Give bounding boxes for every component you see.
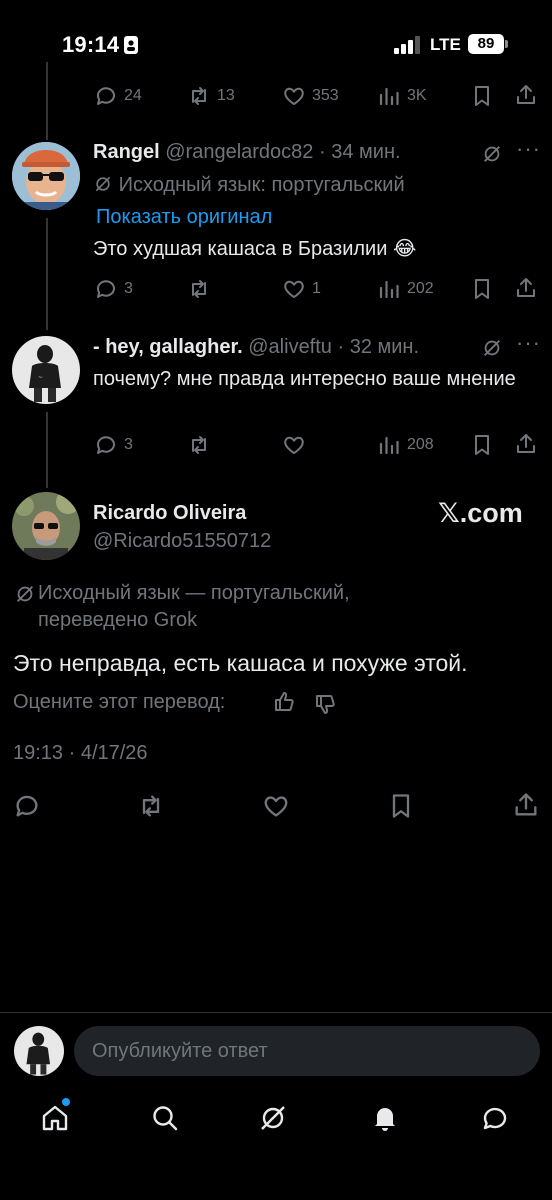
battery-tip xyxy=(505,40,508,48)
views-count: 208 xyxy=(407,436,434,453)
repost-icon xyxy=(192,280,206,298)
share-icon[interactable] xyxy=(512,791,540,819)
grok-icon[interactable] xyxy=(481,337,503,359)
translation-note-text: Исходный язык: португальский xyxy=(118,174,405,196)
network-type: LTE xyxy=(430,35,461,54)
repost-count: 13 xyxy=(217,87,235,104)
translation-note: Исходный язык: португальский xyxy=(93,174,405,197)
share-icon[interactable] xyxy=(514,432,538,456)
author-name[interactable]: Ricardo Oliveira xyxy=(93,502,246,525)
thread-line xyxy=(46,218,48,330)
share-icon[interactable] xyxy=(514,276,538,300)
reply-button[interactable]: 3 xyxy=(94,433,133,457)
grok-icon[interactable] xyxy=(481,143,503,165)
repost-icon[interactable] xyxy=(137,792,165,820)
tweet-time: · 34 мин. xyxy=(319,141,401,163)
repost-icon xyxy=(192,436,206,454)
signal-icon xyxy=(394,36,420,54)
views-button[interactable]: 202 xyxy=(377,277,434,301)
grok-icon xyxy=(95,176,111,192)
heart-icon[interactable] xyxy=(262,792,290,820)
reply-count: 3 xyxy=(124,280,133,297)
avatar[interactable]: ~ xyxy=(12,336,80,404)
reply-button[interactable]: 3 xyxy=(94,277,133,301)
heart-icon xyxy=(284,87,304,105)
author-handle[interactable]: @Ricardo51550712 xyxy=(93,530,271,553)
reply-button[interactable]: 24 xyxy=(94,84,142,108)
avatar[interactable] xyxy=(12,142,80,210)
bookmark-icon[interactable] xyxy=(470,84,494,108)
thread-line xyxy=(46,412,48,488)
like-count: 1 xyxy=(312,280,321,297)
author-name[interactable]: - hey, gallagher. xyxy=(93,336,243,358)
avatar-image xyxy=(14,1026,64,1076)
thumbs-down-icon[interactable] xyxy=(313,692,337,716)
reply-icon xyxy=(96,87,115,105)
bookmark-icon[interactable] xyxy=(470,433,494,457)
author-handle[interactable]: @aliveftu xyxy=(248,336,332,358)
like-button[interactable]: 353 xyxy=(282,84,339,108)
reply-icon xyxy=(96,280,115,298)
heart-icon xyxy=(284,436,304,454)
repost-button[interactable] xyxy=(187,433,217,457)
avatar[interactable] xyxy=(12,492,80,560)
status-time: 19:14 xyxy=(62,32,120,57)
like-count: 353 xyxy=(312,87,339,104)
thread-line xyxy=(46,62,48,140)
author-handle[interactable]: @rangelardoc82 xyxy=(165,141,313,163)
tweet-timestamp: 19:13 · 4/17/26 xyxy=(13,742,148,764)
reply-count: 24 xyxy=(124,87,142,104)
views-button[interactable]: 208 xyxy=(377,433,434,457)
avatar-image xyxy=(12,142,80,210)
tweet-text: Это худшая кашаса в Бразилии 😂 xyxy=(93,238,417,260)
main-tweet-text: Это неправда, есть кашаса и похуже этой. xyxy=(13,650,468,676)
bookmark-icon[interactable] xyxy=(387,792,415,820)
my-avatar[interactable] xyxy=(14,1026,64,1076)
share-icon[interactable] xyxy=(514,83,538,107)
x-watermark: 𝕏.com xyxy=(438,498,523,528)
repost-button[interactable] xyxy=(187,277,217,301)
battery-level: 89 xyxy=(468,34,504,54)
like-button[interactable]: 1 xyxy=(282,277,321,301)
notification-dot xyxy=(62,1098,70,1106)
thumbs-up-icon[interactable] xyxy=(272,690,296,714)
avatar-image: ~ xyxy=(12,336,80,404)
more-icon[interactable]: ··· xyxy=(516,136,541,162)
bookmark-icon[interactable] xyxy=(470,277,494,301)
avatar-image xyxy=(12,492,80,560)
composer-divider xyxy=(0,1012,552,1013)
translation-note: Исходный язык — португальский, переведен… xyxy=(38,582,350,631)
views-icon xyxy=(379,87,399,106)
views-icon xyxy=(379,280,399,299)
views-button[interactable]: 3K xyxy=(377,84,427,108)
tweet-header: Rangel @rangelardoc82 · 34 мин. xyxy=(93,141,401,164)
like-button[interactable] xyxy=(282,433,312,457)
heart-icon xyxy=(284,280,304,298)
author-name[interactable]: Rangel xyxy=(93,141,160,163)
svg-text:~: ~ xyxy=(38,374,43,381)
views-count: 3K xyxy=(407,87,427,104)
focus-badge-icon xyxy=(124,36,138,54)
reply-count: 3 xyxy=(124,436,133,453)
show-original-link[interactable]: Показать оригинал xyxy=(96,206,272,229)
rate-translation-label: Оцените этот перевод: xyxy=(13,691,226,713)
repost-button[interactable]: 13 xyxy=(187,84,235,108)
search-icon[interactable] xyxy=(150,1103,180,1133)
grok-icon xyxy=(17,586,33,602)
views-icon xyxy=(379,436,399,455)
reply-icon xyxy=(96,436,115,454)
notifications-bell-icon[interactable] xyxy=(370,1103,400,1133)
reply-icon[interactable] xyxy=(13,792,41,820)
tweet-header: - hey, gallagher. @aliveftu · 32 мин. xyxy=(93,336,419,359)
views-count: 202 xyxy=(407,280,434,297)
tweet-text: почему? мне правда интересно ваше мнение xyxy=(93,368,516,390)
grok-icon[interactable] xyxy=(258,1103,288,1133)
more-icon[interactable]: ··· xyxy=(516,330,541,356)
home-icon[interactable] xyxy=(40,1103,70,1133)
tweet-time: · 32 мин. xyxy=(337,336,420,358)
repost-icon xyxy=(192,87,206,105)
reply-input[interactable]: Опубликуйте ответ xyxy=(74,1026,540,1076)
messages-icon[interactable] xyxy=(480,1103,510,1133)
